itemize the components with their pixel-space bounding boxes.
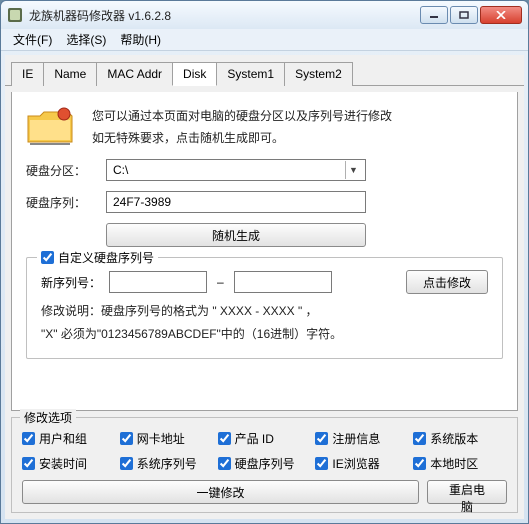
app-window: 龙族机器码修改器 v1.6.2.8 文件(F) 选择(S) 帮助(H) IE N…: [0, 0, 529, 524]
options-legend: 修改选项: [20, 409, 76, 426]
opt-nic-addr[interactable]: 网卡地址: [120, 430, 214, 447]
titlebar[interactable]: 龙族机器码修改器 v1.6.2.8: [1, 1, 528, 29]
new-serial-row: 新序列号： – 点击修改: [41, 270, 488, 294]
tab-ie[interactable]: IE: [11, 62, 44, 86]
gen-row: 随机生成: [26, 223, 503, 247]
app-icon: [7, 7, 23, 23]
menu-select[interactable]: 选择(S): [60, 29, 112, 50]
opt-ie-browser[interactable]: IE浏览器: [315, 455, 409, 472]
serial-row: 硬盘序列：: [26, 191, 503, 213]
opt-sys-version[interactable]: 系统版本: [413, 430, 507, 447]
serial-input[interactable]: [106, 191, 366, 213]
partition-label: 硬盘分区：: [26, 162, 96, 179]
tab-strip: IE Name MAC Addr Disk System1 System2: [5, 55, 524, 86]
window-controls: [420, 6, 522, 24]
close-button[interactable]: [480, 6, 522, 24]
new-serial-a-input[interactable]: [109, 271, 207, 293]
serial-label: 硬盘序列：: [26, 194, 96, 211]
opt-reg-info[interactable]: 注册信息: [315, 430, 409, 447]
tab-disk[interactable]: Disk: [172, 62, 217, 86]
folder-icon: [26, 106, 74, 146]
options-group: 修改选项 用户和组 网卡地址 产品 ID 注册信息 系统版本 安装时间 系统序列…: [11, 417, 518, 513]
menu-file[interactable]: 文件(F): [7, 29, 58, 50]
options-grid: 用户和组 网卡地址 产品 ID 注册信息 系统版本 安装时间 系统序列号 硬盘序…: [22, 430, 507, 472]
restart-button[interactable]: 重启电脑: [427, 480, 507, 504]
custom-checkbox[interactable]: [41, 251, 54, 264]
intro-line1: 您可以通过本页面对电脑的硬盘分区以及序列号进行修改: [92, 106, 392, 128]
opt-user-group[interactable]: 用户和组: [22, 430, 116, 447]
intro-row: 您可以通过本页面对电脑的硬盘分区以及序列号进行修改 如无特殊要求，点击随机生成即…: [26, 106, 503, 149]
custom-legend-label: 自定义硬盘序列号: [58, 249, 154, 266]
custom-legend: 自定义硬盘序列号: [37, 249, 158, 266]
tab-name[interactable]: Name: [43, 62, 97, 86]
opt-disk-serial[interactable]: 硬盘序列号: [218, 455, 312, 472]
modify-button[interactable]: 点击修改: [406, 270, 488, 294]
minimize-button[interactable]: [420, 6, 448, 24]
tab-system2[interactable]: System2: [284, 62, 353, 86]
opt-sys-serial[interactable]: 系统序列号: [120, 455, 214, 472]
custom-serial-group: 自定义硬盘序列号 新序列号： – 点击修改 修改说明：硬盘序列号的格式为 " X…: [26, 257, 503, 359]
apply-all-button[interactable]: 一键修改: [22, 480, 419, 504]
note-line1: 修改说明：硬盘序列号的格式为 " XXXX - XXXX " ，: [41, 300, 488, 323]
generate-button[interactable]: 随机生成: [106, 223, 366, 247]
partition-combo[interactable]: C:\ ▼: [106, 159, 366, 181]
partition-value: C:\: [113, 163, 128, 177]
dash-text: –: [215, 275, 226, 289]
intro-line2: 如无特殊要求，点击随机生成即可。: [92, 128, 392, 150]
tab-disk-panel: 您可以通过本页面对电脑的硬盘分区以及序列号进行修改 如无特殊要求，点击随机生成即…: [11, 92, 518, 411]
window-title: 龙族机器码修改器 v1.6.2.8: [29, 7, 420, 24]
opt-timezone[interactable]: 本地时区: [413, 455, 507, 472]
menu-help[interactable]: 帮助(H): [114, 29, 167, 50]
partition-row: 硬盘分区： C:\ ▼: [26, 159, 503, 181]
options-buttons: 一键修改 重启电脑: [22, 480, 507, 504]
note-block: 修改说明：硬盘序列号的格式为 " XXXX - XXXX " ， "X" 必须为…: [41, 300, 488, 346]
opt-install-time[interactable]: 安装时间: [22, 455, 116, 472]
opt-product-id[interactable]: 产品 ID: [218, 430, 312, 447]
new-serial-label: 新序列号：: [41, 274, 101, 291]
note-line2: "X" 必须为"0123456789ABCDEF"中的（16进制）字符。: [41, 323, 488, 346]
tab-mac[interactable]: MAC Addr: [96, 62, 173, 86]
new-serial-b-input[interactable]: [234, 271, 332, 293]
maximize-button[interactable]: [450, 6, 478, 24]
chevron-down-icon: ▼: [345, 161, 361, 179]
client-area: IE Name MAC Addr Disk System1 System2 您可…: [5, 55, 524, 519]
intro-text: 您可以通过本页面对电脑的硬盘分区以及序列号进行修改 如无特殊要求，点击随机生成即…: [92, 106, 392, 149]
menubar: 文件(F) 选择(S) 帮助(H): [1, 29, 528, 51]
tab-system1[interactable]: System1: [216, 62, 285, 86]
